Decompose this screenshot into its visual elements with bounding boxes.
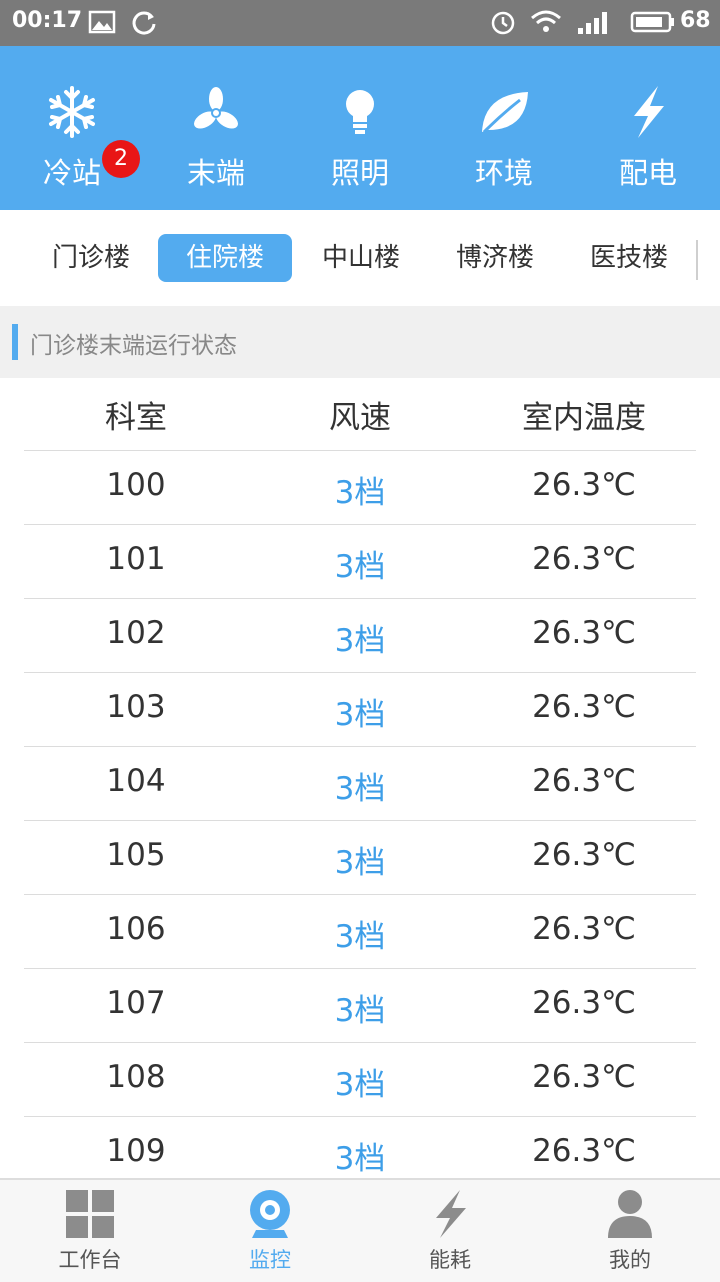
cell-temp: 26.3℃: [532, 1133, 636, 1169]
building-selector: 门诊楼 住院楼 中山楼 博济楼 医技楼: [0, 210, 720, 306]
cell-speed: 3档: [334, 1067, 386, 1103]
cell-temp: 26.3℃: [532, 911, 636, 947]
snowflake-icon: [49, 86, 95, 138]
table-row[interactable]: 100 3档 26.3℃: [24, 451, 696, 525]
divider: [696, 240, 698, 280]
category-tab-power[interactable]: 配电: [576, 46, 720, 210]
sync-icon: [132, 11, 156, 35]
table-header: 科室 风速 室内温度: [24, 378, 696, 451]
column-header-temp: 室内温度: [522, 400, 646, 436]
signal-4g-icon: [578, 12, 607, 34]
cell-speed: 3档: [334, 845, 386, 881]
leaf-icon: [482, 92, 528, 134]
tab-label: 工作台: [58, 1248, 122, 1272]
cell-speed: 3档: [334, 549, 386, 585]
lightbulb-icon: [346, 90, 374, 134]
alarm-icon: [491, 11, 515, 35]
table-row[interactable]: 104 3档 26.3℃: [24, 747, 696, 821]
tab-monitor[interactable]: 监控: [180, 1180, 360, 1282]
cell-room: 108: [106, 1059, 166, 1095]
section-title: 门诊楼末端运行状态: [30, 333, 237, 359]
tab-workbench[interactable]: 工作台: [0, 1180, 180, 1282]
fan-icon: [194, 87, 238, 129]
cell-room: 101: [106, 541, 166, 577]
cell-temp: 26.3℃: [532, 689, 636, 725]
cell-room: 104: [106, 763, 166, 799]
cell-speed: 3档: [334, 475, 386, 511]
cell-speed: 3档: [334, 919, 386, 955]
cell-speed: 3档: [334, 697, 386, 733]
cell-temp: 26.3℃: [532, 837, 636, 873]
building-tab[interactable]: 博济楼: [428, 234, 562, 282]
category-label: 配电: [618, 156, 677, 190]
table-row[interactable]: 107 3档 26.3℃: [24, 969, 696, 1043]
cell-temp: 26.3℃: [532, 541, 636, 577]
battery-level: 68: [680, 8, 711, 33]
status-time: 00:17: [12, 8, 83, 33]
cell-room: 106: [106, 911, 166, 947]
status-bar: 00:17 68: [0, 0, 720, 46]
category-tab-lighting[interactable]: 照明: [288, 46, 432, 210]
building-tab[interactable]: 门诊楼: [24, 234, 158, 282]
table-row[interactable]: 103 3档 26.3℃: [24, 673, 696, 747]
tab-energy[interactable]: 能耗: [360, 1180, 540, 1282]
tab-label: 我的: [609, 1248, 651, 1272]
cell-temp: 26.3℃: [532, 615, 636, 651]
lightning-icon: [634, 86, 664, 138]
building-tab[interactable]: 中山楼: [294, 234, 428, 282]
section-accent-bar: [12, 324, 18, 360]
notification-badge: 2: [102, 140, 140, 178]
tab-profile[interactable]: 我的: [540, 1180, 720, 1282]
category-nav: 冷站 2 末端 照明 环境 配电: [0, 46, 720, 256]
person-icon: [608, 1190, 652, 1238]
cell-temp: 26.3℃: [532, 763, 636, 799]
cell-temp: 26.3℃: [532, 467, 636, 503]
wifi-icon: [531, 10, 561, 32]
cell-room: 103: [106, 689, 166, 725]
table-row[interactable]: 102 3档 26.3℃: [24, 599, 696, 673]
tab-label: 监控: [249, 1248, 291, 1272]
bottom-tab-bar: 工作台 监控 能耗 我的: [0, 1178, 720, 1282]
image-icon: [88, 10, 116, 34]
grid-icon: [66, 1190, 114, 1238]
cell-speed: 3档: [334, 771, 386, 807]
category-tab-environment[interactable]: 环境: [432, 46, 576, 210]
section-header: 门诊楼末端运行状态: [0, 306, 720, 378]
category-tab-terminal[interactable]: 末端: [144, 46, 288, 210]
building-tab-selected[interactable]: 住院楼: [158, 234, 292, 282]
cell-room: 102: [106, 615, 166, 651]
cell-temp: 26.3℃: [532, 985, 636, 1021]
column-header-room: 科室: [105, 400, 167, 436]
category-tab-cold-station[interactable]: 冷站 2: [0, 46, 144, 210]
camera-icon: [250, 1190, 290, 1238]
tab-label: 能耗: [429, 1248, 471, 1272]
category-label: 末端: [186, 156, 245, 190]
table-row[interactable]: 101 3档 26.3℃: [24, 525, 696, 599]
terminal-status-table: 科室 风速 室内温度 100 3档 26.3℃ 101 3档 26.3℃ 102…: [24, 378, 696, 1191]
column-header-speed: 风速: [329, 400, 391, 436]
table-row[interactable]: 105 3档 26.3℃: [24, 821, 696, 895]
cell-speed: 3档: [334, 993, 386, 1029]
cell-room: 107: [106, 985, 166, 1021]
category-label: 环境: [474, 156, 533, 190]
cell-room: 100: [106, 467, 166, 503]
cell-room: 109: [106, 1133, 166, 1169]
lightning-icon: [436, 1190, 466, 1238]
cell-speed: 3档: [334, 1141, 386, 1177]
category-label: 照明: [330, 156, 389, 190]
table-row[interactable]: 106 3档 26.3℃: [24, 895, 696, 969]
battery-icon: [630, 11, 674, 33]
cell-speed: 3档: [334, 623, 386, 659]
cell-temp: 26.3℃: [532, 1059, 636, 1095]
cell-room: 105: [106, 837, 166, 873]
table-row[interactable]: 108 3档 26.3℃: [24, 1043, 696, 1117]
building-tab[interactable]: 医技楼: [562, 234, 696, 282]
